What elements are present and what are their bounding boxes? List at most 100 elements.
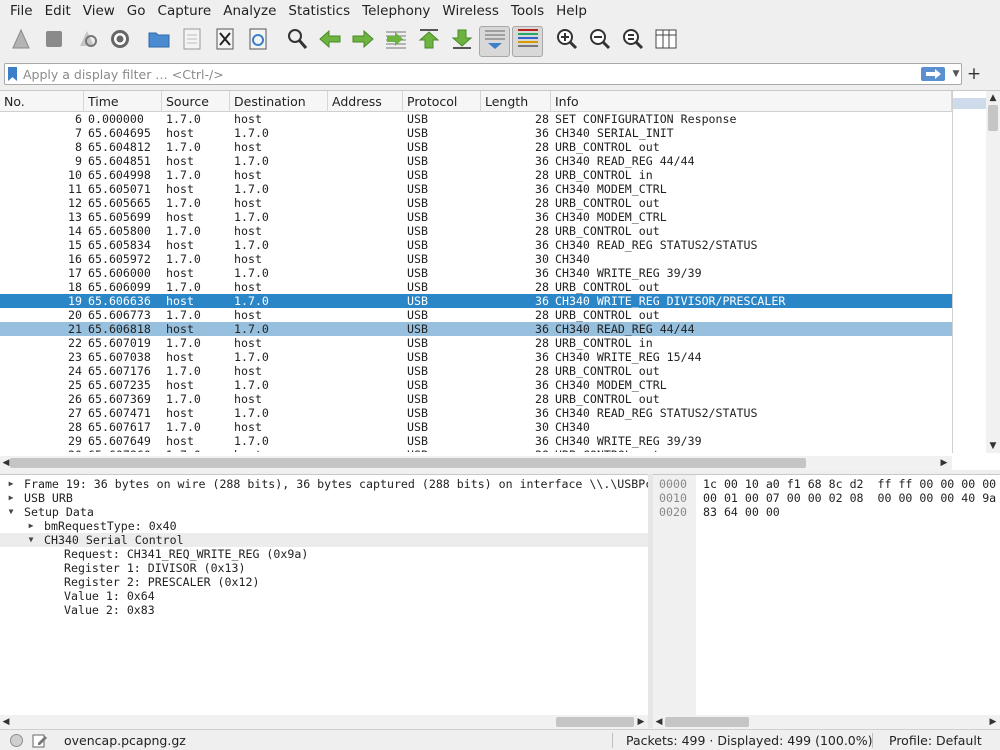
packet-row[interactable]: 30 65.607860 1.7.0 host USB 28 URB_CONTROL out <box>0 448 952 452</box>
open-file-button[interactable] <box>143 26 174 57</box>
packet-row[interactable]: 20 65.606773 1.7.0 host USB 28 URB_CONTROL out <box>0 308 952 322</box>
packet-row[interactable]: 26 65.607369 1.7.0 host USB 28 URB_CONTROL out <box>0 392 952 406</box>
first-packet-button[interactable] <box>413 26 444 57</box>
zoom-in-button[interactable] <box>551 26 582 57</box>
scroll-thumb[interactable] <box>665 717 749 727</box>
packet-row[interactable]: 16 65.605972 1.7.0 host USB 30 CH340 <box>0 252 952 266</box>
hex-row[interactable]: 0020 83 64 00 00 <box>653 505 1000 519</box>
expert-info-led-icon[interactable] <box>10 734 23 747</box>
details-hscrollbar[interactable]: ◀ ▶ <box>0 715 648 729</box>
column-header-length[interactable]: Length <box>481 91 551 112</box>
packet-row[interactable]: 14 65.605800 1.7.0 host USB 28 URB_CONTROL out <box>0 224 952 238</box>
menu-analyze[interactable]: Analyze <box>217 0 282 22</box>
packet-row[interactable]: 10 65.604998 1.7.0 host USB 28 URB_CONTROL in <box>0 168 952 182</box>
packet-row[interactable]: 19 65.606636 host 1.7.0 USB 36 CH340 WRITE_REG… <box>0 294 952 308</box>
reload-file-button[interactable] <box>242 26 273 57</box>
last-packet-button[interactable] <box>446 26 477 57</box>
start-capture-button[interactable] <box>5 26 36 57</box>
collapse-arrow-icon[interactable]: ▼ <box>6 505 16 519</box>
go-forward-button[interactable] <box>347 26 378 57</box>
hex-row[interactable]: 0000 1c 00 10 a0 f1 68 8c d2 ff ff 00 00 … <box>653 477 1000 491</box>
expand-arrow-icon[interactable]: ▶ <box>26 519 36 533</box>
menu-statistics[interactable]: Statistics <box>282 0 356 22</box>
capture-comment-icon[interactable] <box>32 733 48 748</box>
filter-bookmark-icon[interactable] <box>8 67 17 81</box>
menu-edit[interactable]: Edit <box>39 0 77 22</box>
packet-row[interactable]: 28 65.607617 1.7.0 host USB 30 CH340 <box>0 420 952 434</box>
scroll-thumb[interactable] <box>10 458 806 468</box>
collapse-arrow-icon[interactable]: ▼ <box>26 533 36 547</box>
detail-tree-item[interactable]: Value 1: 0x64 <box>0 589 648 603</box>
menu-telephony[interactable]: Telephony <box>356 0 436 22</box>
scroll-left-icon[interactable]: ◀ <box>654 717 664 727</box>
menu-go[interactable]: Go <box>121 0 152 22</box>
packet-row[interactable]: 8 65.604812 1.7.0 host USB 28 URB_CONTROL out <box>0 140 952 154</box>
close-file-button[interactable] <box>209 26 240 57</box>
packet-row[interactable]: 21 65.606818 host 1.7.0 USB 36 CH340 READ_REG … <box>0 322 952 336</box>
detail-tree-item[interactable]: Register 1: DIVISOR (0x13) <box>0 561 648 575</box>
restart-capture-button[interactable] <box>71 26 102 57</box>
scroll-up-icon[interactable]: ▲ <box>988 93 998 103</box>
packet-row[interactable]: 13 65.605699 host 1.7.0 USB 36 CH340 MODEM_CTR… <box>0 210 952 224</box>
scroll-right-icon[interactable]: ▶ <box>939 458 949 468</box>
normal-size-button[interactable] <box>617 26 648 57</box>
packet-row[interactable]: 7 65.604695 host 1.7.0 USB 36 CH340 SERIAL_INI… <box>0 126 952 140</box>
expand-arrow-icon[interactable]: ▶ <box>6 491 16 505</box>
column-header-time[interactable]: Time <box>84 91 162 112</box>
configuration-profile[interactable]: Profile: Default <box>889 730 982 750</box>
detail-tree-item[interactable]: ▼ CH340 Serial Control <box>0 533 648 547</box>
packet-row[interactable]: 17 65.606000 host 1.7.0 USB 36 CH340 WRITE_REG… <box>0 266 952 280</box>
packet-row[interactable]: 22 65.607019 1.7.0 host USB 28 URB_CONTROL in <box>0 336 952 350</box>
scroll-right-icon[interactable]: ▶ <box>636 717 646 727</box>
scroll-left-icon[interactable]: ◀ <box>1 717 11 727</box>
detail-tree-item[interactable]: Value 2: 0x83 <box>0 603 648 617</box>
packet-row[interactable]: 12 65.605665 1.7.0 host USB 28 URB_CONTROL out <box>0 196 952 210</box>
detail-tree-item[interactable]: Request: CH341_REQ_WRITE_REG (0x9a) <box>0 547 648 561</box>
detail-tree-item[interactable]: ▶ bmRequestType: 0x40 <box>0 519 648 533</box>
resize-columns-button[interactable] <box>650 26 681 57</box>
go-to-packet-button[interactable] <box>380 26 411 57</box>
capture-options-button[interactable] <box>104 26 135 57</box>
filter-history-dropdown[interactable]: ▼ <box>950 65 962 83</box>
apply-filter-button[interactable] <box>921 67 945 81</box>
packet-row[interactable]: 15 65.605834 host 1.7.0 USB 36 CH340 READ_REG … <box>0 238 952 252</box>
expand-arrow-icon[interactable]: ▶ <box>6 477 16 491</box>
packet-list-hscrollbar[interactable]: ◀ ▶ <box>0 456 952 470</box>
packet-row[interactable]: 29 65.607649 host 1.7.0 USB 36 CH340 WRITE_REG… <box>0 434 952 448</box>
detail-tree-item[interactable]: ▶ Frame 19: 36 bytes on wire (288 bits), … <box>0 477 648 491</box>
column-header-no[interactable]: No. <box>0 91 84 112</box>
auto-scroll-button[interactable] <box>479 25 510 57</box>
add-filter-button[interactable]: + <box>966 63 982 85</box>
packet-list-vscrollbar[interactable]: ▲ ▼ <box>986 91 1000 453</box>
scroll-right-icon[interactable]: ▶ <box>988 717 998 727</box>
detail-tree-item[interactable]: ▼ Setup Data <box>0 505 648 519</box>
detail-tree-item[interactable]: ▶ USB URB <box>0 491 648 505</box>
scroll-thumb[interactable] <box>988 105 998 131</box>
bytes-hscrollbar[interactable]: ◀ ▶ <box>653 715 1000 729</box>
scroll-thumb[interactable] <box>556 717 634 727</box>
menu-capture[interactable]: Capture <box>152 0 218 22</box>
column-header-address[interactable]: Address <box>328 91 403 112</box>
colorize-button[interactable] <box>512 25 543 57</box>
packet-row[interactable]: 9 65.604851 host 1.7.0 USB 36 CH340 READ_REG 4… <box>0 154 952 168</box>
packet-row[interactable]: 23 65.607038 host 1.7.0 USB 36 CH340 WRITE_REG… <box>0 350 952 364</box>
packet-row[interactable]: 25 65.607235 host 1.7.0 USB 36 CH340 MODEM_CTR… <box>0 378 952 392</box>
zoom-out-button[interactable] <box>584 26 615 57</box>
scroll-down-icon[interactable]: ▼ <box>988 441 998 451</box>
menu-tools[interactable]: Tools <box>505 0 550 22</box>
save-file-button[interactable] <box>176 26 207 57</box>
menu-help[interactable]: Help <box>550 0 593 22</box>
menu-file[interactable]: File <box>4 0 39 22</box>
column-header-info[interactable]: Info <box>551 91 952 112</box>
menu-wireless[interactable]: Wireless <box>436 0 505 22</box>
packet-row[interactable]: 24 65.607176 1.7.0 host USB 28 URB_CONTROL out <box>0 364 952 378</box>
hex-row[interactable]: 0010 00 01 00 07 00 00 02 08 00 00 00 00 … <box>653 491 1000 505</box>
find-packet-button[interactable] <box>281 26 312 57</box>
display-filter-input[interactable] <box>23 64 903 84</box>
detail-tree-item[interactable]: Register 2: PRESCALER (0x12) <box>0 575 648 589</box>
column-header-protocol[interactable]: Protocol <box>403 91 481 112</box>
column-header-source[interactable]: Source <box>162 91 230 112</box>
stop-capture-button[interactable] <box>38 26 69 57</box>
go-back-button[interactable] <box>314 26 345 57</box>
packet-row[interactable]: 11 65.605071 host 1.7.0 USB 36 CH340 MODEM_CTR… <box>0 182 952 196</box>
